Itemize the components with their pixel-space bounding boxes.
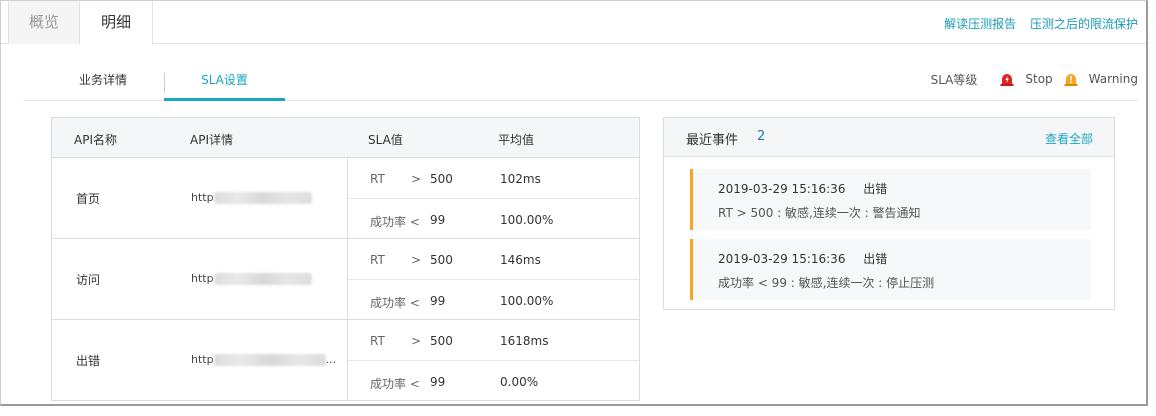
col-api-detail: API详情 — [190, 133, 233, 147]
rt-threshold: 500 — [430, 172, 453, 186]
api-url: http — [191, 272, 312, 285]
success-rate-threshold: 99 — [430, 213, 446, 227]
redacted-url — [213, 191, 312, 204]
api-url-prefix: http — [191, 272, 214, 285]
rt-operator: > — [411, 172, 422, 186]
api-name: 出错 — [76, 354, 101, 368]
sla-rt-row: RT > 500 1618ms — [348, 320, 639, 360]
rt-operator: > — [411, 253, 422, 267]
rt-average: 146ms — [500, 253, 541, 267]
event-time: 2019-03-29 15:16:36 — [718, 252, 846, 266]
legend-warning: Warning — [1063, 71, 1138, 87]
success-rate-average: 0.00% — [500, 375, 539, 389]
event-tag: 出错 — [863, 182, 888, 196]
col-avg: 平均值 — [498, 133, 535, 147]
table-row: 首页 http RT > 500 102ms 成功率 < 99 100.00% — [52, 158, 639, 239]
events-count: 2 — [757, 129, 766, 144]
legend-warning-label: Warning — [1088, 72, 1138, 86]
events-header: 最近事件 2 查看全部 — [664, 118, 1114, 157]
event-headline: 2019-03-29 15:16:36 出错 — [718, 180, 887, 197]
table-header: API名称 API详情 SLA值 平均值 — [52, 118, 639, 158]
event-item: 2019-03-29 15:16:36 出错 成功率 < 99 : 敏感,连续一… — [690, 239, 1091, 300]
event-headline: 2019-03-29 15:16:36 出错 — [718, 250, 887, 267]
api-url: http ... — [191, 353, 336, 366]
event-description: 成功率 < 99 : 敏感,连续一次 : 停止压测 — [718, 276, 935, 290]
report-link[interactable]: 解读压测报告 — [944, 17, 1016, 31]
col-api-name: API名称 — [74, 133, 117, 147]
rate-limit-link[interactable]: 压测之后的限流保护 — [1030, 17, 1138, 31]
rt-label: RT — [370, 172, 385, 186]
top-tab-bar: 概览 明细 解读压测报告 压测之后的限流保护 — [1, 1, 1146, 45]
sla-legend: SLA等级 Stop Warning — [931, 69, 1138, 89]
sla-rt-row: RT > 500 102ms — [348, 158, 639, 198]
rt-operator: > — [411, 334, 422, 348]
sla-success-row: 成功率 < 99 100.00% — [348, 198, 639, 238]
success-rate-label: 成功率 < — [370, 215, 420, 229]
api-url-ellipsis: ... — [325, 353, 337, 366]
rt-average: 102ms — [500, 172, 541, 186]
top-links: 解读压测报告 压测之后的限流保护 — [934, 15, 1138, 32]
event-description: RT > 500 : 敏感,连续一次 : 警告通知 — [718, 206, 921, 220]
redacted-url — [213, 353, 326, 366]
event-tag: 出错 — [863, 252, 888, 266]
api-url-prefix: http — [191, 353, 214, 366]
success-rate-label: 成功率 < — [370, 377, 420, 391]
api-name: 首页 — [76, 192, 101, 206]
rt-label: RT — [370, 334, 385, 348]
rt-threshold: 500 — [430, 334, 453, 348]
api-url: http — [191, 191, 312, 204]
table-row: 出错 http ... RT > 500 1618ms 成功率 < 99 0.0… — [52, 320, 639, 401]
rt-label: RT — [370, 253, 385, 267]
tab-sla-settings[interactable]: SLA设置 — [164, 59, 285, 101]
col-sla: SLA值 — [368, 133, 403, 147]
sla-rt-row: RT > 500 146ms — [348, 239, 639, 279]
rt-threshold: 500 — [430, 253, 453, 267]
api-name: 访问 — [76, 273, 101, 287]
recent-events-panel: 最近事件 2 查看全部 2019-03-29 15:16:36 出错 RT > … — [663, 117, 1115, 310]
event-item: 2019-03-29 15:16:36 出错 RT > 500 : 敏感,连续一… — [690, 169, 1091, 230]
success-rate-threshold: 99 — [430, 375, 446, 389]
alarm-warning-icon — [1064, 74, 1078, 86]
success-rate-average: 100.00% — [500, 213, 554, 227]
sla-table: API名称 API详情 SLA值 平均值 首页 http RT > 500 10… — [51, 117, 640, 401]
table-row: 访问 http RT > 500 146ms 成功率 < 99 100.00% — [52, 239, 639, 320]
main-frame: 概览 明细 解读压测报告 压测之后的限流保护 业务详情 SLA设置 SLA等级 … — [0, 0, 1148, 406]
rt-average: 1618ms — [500, 334, 549, 348]
api-url-prefix: http — [191, 191, 214, 204]
success-rate-threshold: 99 — [430, 294, 446, 308]
success-rate-average: 100.00% — [500, 294, 554, 308]
redacted-url — [213, 272, 312, 285]
tab-detail[interactable]: 明细 — [80, 1, 153, 45]
sla-success-row: 成功率 < 99 100.00% — [348, 279, 639, 319]
success-rate-label: 成功率 < — [370, 296, 420, 310]
legend-stop-label: Stop — [1025, 72, 1053, 86]
legend-stop: Stop — [999, 71, 1053, 87]
events-title: 最近事件 — [686, 133, 739, 148]
tab-business-detail[interactable]: 业务详情 — [43, 59, 163, 101]
view-all-link[interactable]: 查看全部 — [1045, 130, 1093, 147]
sub-tab-bar: 业务详情 SLA设置 SLA等级 Stop Warning — [23, 59, 1138, 101]
sla-level-label: SLA等级 — [930, 72, 978, 87]
sla-success-row: 成功率 < 99 0.00% — [348, 360, 639, 400]
tab-overview[interactable]: 概览 — [8, 1, 80, 44]
alarm-stop-icon — [1000, 74, 1014, 86]
event-time: 2019-03-29 15:16:36 — [718, 182, 846, 196]
